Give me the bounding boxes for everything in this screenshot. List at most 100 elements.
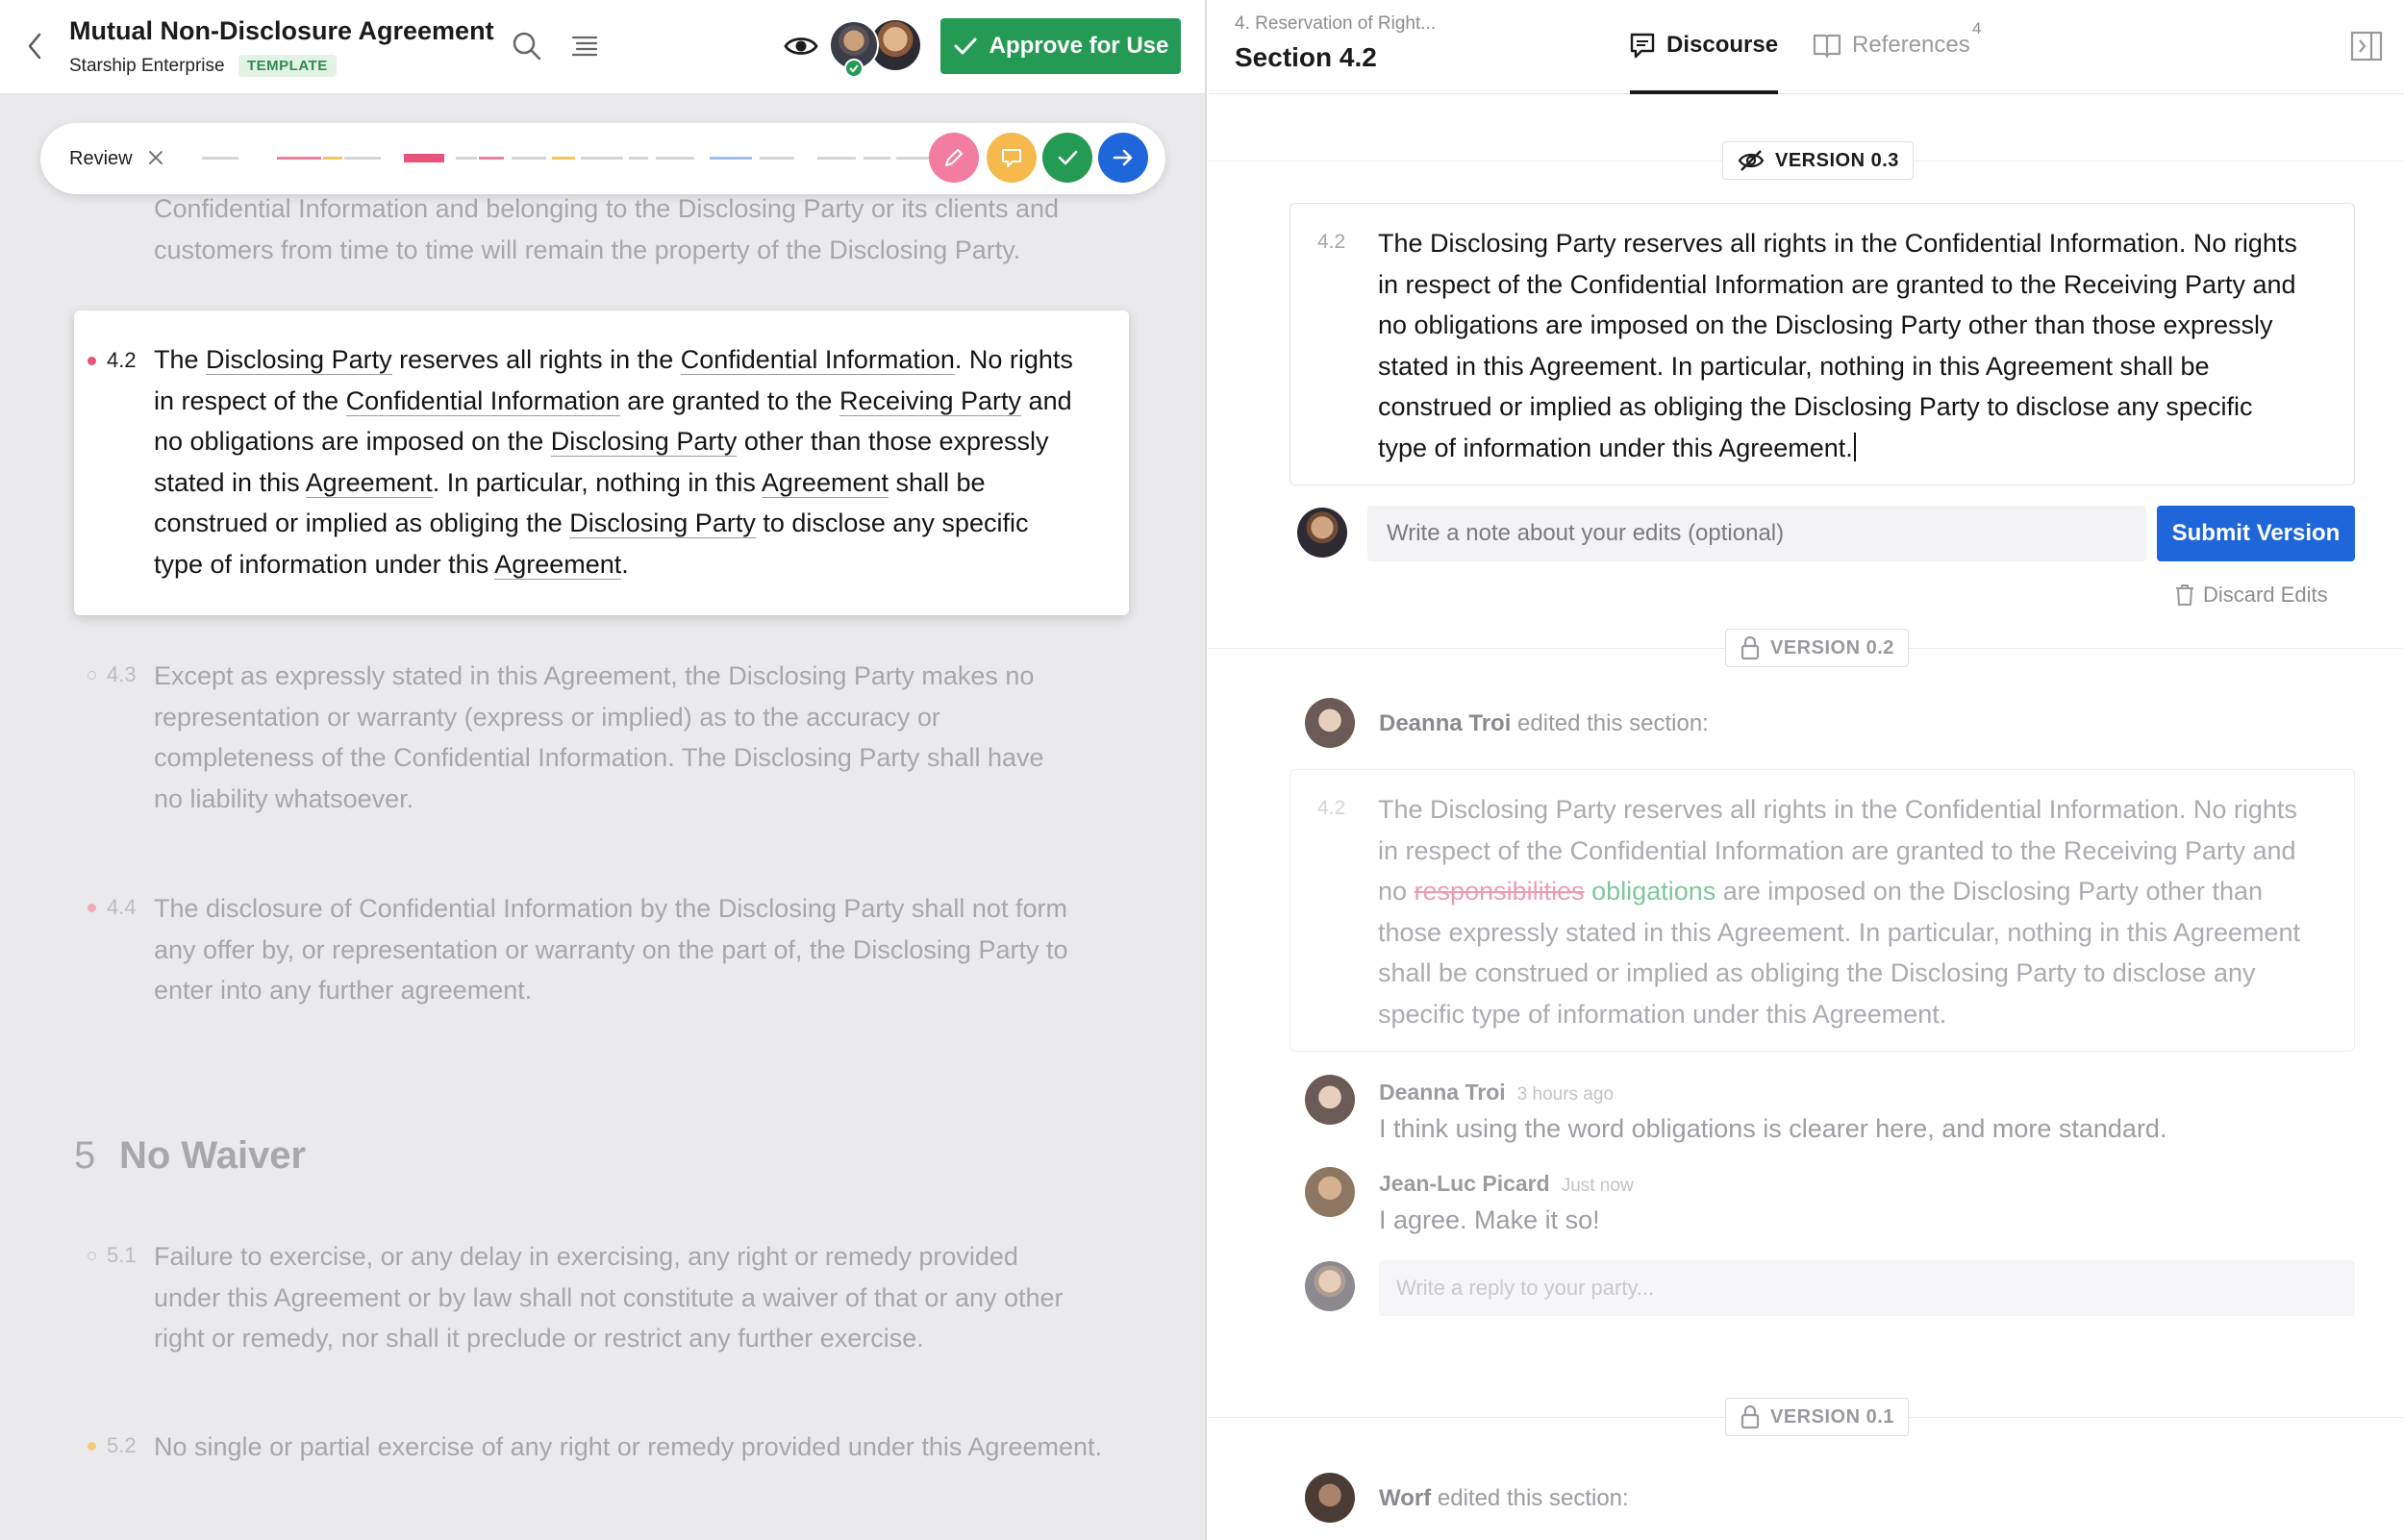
approve-for-use-button[interactable]: Approve for Use	[940, 18, 1181, 74]
discard-edits-button[interactable]: Discard Edits	[2174, 583, 2328, 608]
defined-term[interactable]: Receiving Party	[839, 385, 1022, 416]
paragraph-4-4[interactable]: The disclosure of Confidential Informati…	[154, 888, 1067, 1011]
version-line: in respect of the Confidential Informati…	[1378, 835, 2296, 865]
comment-icon	[1002, 149, 1021, 167]
paragraph-line: any offer by, or representation or warra…	[154, 934, 1068, 964]
paragraph-5-2[interactable]: No single or partial exercise of any rig…	[154, 1427, 1102, 1468]
editor-line: construed or implied as obliging the Dis…	[1378, 392, 2253, 421]
progress-segment	[864, 157, 890, 160]
close-icon[interactable]	[146, 148, 165, 167]
pencil-icon	[945, 149, 963, 166]
defined-term[interactable]: Disclosing Party	[206, 345, 392, 375]
status-dot	[88, 671, 96, 680]
panel-header: 4. Reservation of Right... Section 4.2 D…	[1209, 0, 2404, 94]
inserted-text: obligations	[1591, 877, 1716, 906]
back-arrow-icon[interactable]	[21, 29, 50, 63]
template-badge: TEMPLATE	[238, 55, 337, 77]
version-badge[interactable]: VERSION 0.1	[1725, 1398, 1909, 1436]
paragraph-line: The disclosure of Confidential Informati…	[154, 894, 1067, 923]
paragraph-number: 5.2	[107, 1433, 137, 1457]
comment-button[interactable]	[987, 133, 1037, 183]
breadcrumb[interactable]: 4. Reservation of Right...	[1235, 13, 1436, 35]
paragraph-number: 4.3	[107, 662, 137, 686]
defined-term[interactable]: Agreement	[494, 549, 622, 580]
checkmark-icon	[1058, 150, 1078, 165]
section-title: No Waiver	[119, 1134, 307, 1177]
version-line: shall be construed or implied as obligin…	[1378, 958, 2256, 987]
tab-label: Discourse	[1666, 32, 1779, 58]
section-editor[interactable]: 4.2 The Disclosing Party reserves all ri…	[1290, 203, 2355, 485]
active-paragraph-text[interactable]: The Disclosing Party reserves all rights…	[154, 339, 1115, 584]
progress-segment	[323, 157, 342, 160]
paragraph-line: stated in this Agreement. In particular,…	[154, 467, 986, 498]
approve-label: Approve for Use	[989, 33, 1169, 59]
editor-line: in respect of the Confidential Informati…	[1378, 269, 2296, 299]
eye-off-icon	[1738, 150, 1765, 171]
comment-time: Just now	[1561, 1176, 1634, 1196]
paragraph-line: no liability whatsoever.	[154, 783, 414, 813]
collapse-panel-icon[interactable]	[2350, 31, 2383, 62]
paragraph-line: No single or partial exercise of any rig…	[154, 1432, 1103, 1461]
document-pane: Confidential Information and belonging t…	[0, 0, 1207, 1540]
defined-term[interactable]: Confidential Information	[680, 345, 955, 375]
paragraph-number: 4.2	[107, 348, 137, 372]
next-section-button[interactable]	[1098, 133, 1148, 183]
paragraph-line: type of information under this Agreement…	[154, 549, 629, 580]
edit-note-input[interactable]	[1367, 506, 2146, 561]
edit-attribution: Deanna Troi edited this section:	[1379, 710, 1709, 736]
lock-icon	[1740, 1404, 1760, 1429]
defined-term[interactable]: Disclosing Party	[550, 427, 738, 457]
approved-check-icon	[844, 59, 864, 78]
defined-term[interactable]: Disclosing Party	[569, 509, 756, 538]
progress-segment	[817, 157, 856, 160]
paragraph-line: Confidential Information and belonging t…	[154, 194, 1060, 223]
review-label: Review	[69, 148, 133, 169]
tab-references[interactable]: References	[1812, 31, 1970, 60]
progress-segment	[344, 157, 381, 160]
eye-icon[interactable]	[783, 29, 819, 63]
checkmark-icon	[954, 37, 977, 55]
approve-section-button[interactable]	[1042, 133, 1092, 183]
previous-version-text: 4.2 The Disclosing Party reserves all ri…	[1290, 769, 2355, 1052]
reply-input[interactable]	[1379, 1260, 2355, 1316]
submit-version-button[interactable]: Submit Version	[2157, 506, 2355, 561]
search-icon[interactable]	[510, 29, 544, 63]
avatar	[1305, 1261, 1355, 1311]
defined-term[interactable]: Agreement	[305, 467, 433, 498]
defined-term[interactable]: Confidential Information	[345, 385, 620, 416]
outline-list-icon[interactable]	[567, 29, 602, 63]
version-badge[interactable]: VERSION 0.2	[1725, 629, 1909, 667]
section-title: Section 4.2	[1235, 42, 1377, 72]
editor-line: stated in this Agreement. In particular,…	[1378, 351, 2210, 381]
document-title: Mutual Non-Disclosure Agreement	[69, 16, 494, 45]
arrow-right-icon	[1113, 149, 1133, 166]
defined-term[interactable]: Agreement	[761, 467, 889, 498]
progress-segment	[479, 157, 504, 160]
paragraph-4-3[interactable]: Except as expressly stated in this Agree…	[154, 656, 1044, 819]
paragraph-5-1[interactable]: Failure to exercise, or any delay in exe…	[154, 1236, 1064, 1359]
avatar	[1305, 698, 1355, 748]
progress-segment-current	[404, 154, 444, 162]
organization-name: Starship Enterprise	[69, 56, 225, 76]
paragraph-number: 4.4	[107, 895, 137, 919]
paragraph-line: right or remedy, nor shall it preclude o…	[154, 1324, 924, 1353]
paragraph-line: enter into any further agreement.	[154, 976, 533, 1005]
book-icon	[1813, 34, 1841, 59]
progress-segment	[552, 157, 575, 160]
comment-dot	[88, 904, 96, 912]
review-toolbar: Review	[40, 123, 1165, 194]
discourse-icon	[1630, 33, 1655, 59]
section-number: 5	[74, 1134, 96, 1177]
status-dot	[88, 1252, 96, 1260]
paragraph-line: The Disclosing Party reserves all rights…	[154, 345, 1073, 375]
paragraph-number: 4.2	[1317, 231, 1346, 253]
editor-text[interactable]: The Disclosing Party reserves all rights…	[1378, 223, 2340, 468]
version-label: VERSION 0.3	[1775, 149, 1899, 171]
paragraph-line: in respect of the Confidential Informati…	[154, 385, 1072, 416]
comment-author: Jean-Luc Picard Just now	[1379, 1171, 1634, 1196]
tab-discourse[interactable]: Discourse	[1628, 31, 1778, 60]
progress-segment	[512, 157, 546, 160]
edit-pencil-button[interactable]	[929, 133, 979, 183]
comment-dot	[88, 1442, 96, 1451]
progress-segment	[656, 157, 694, 160]
